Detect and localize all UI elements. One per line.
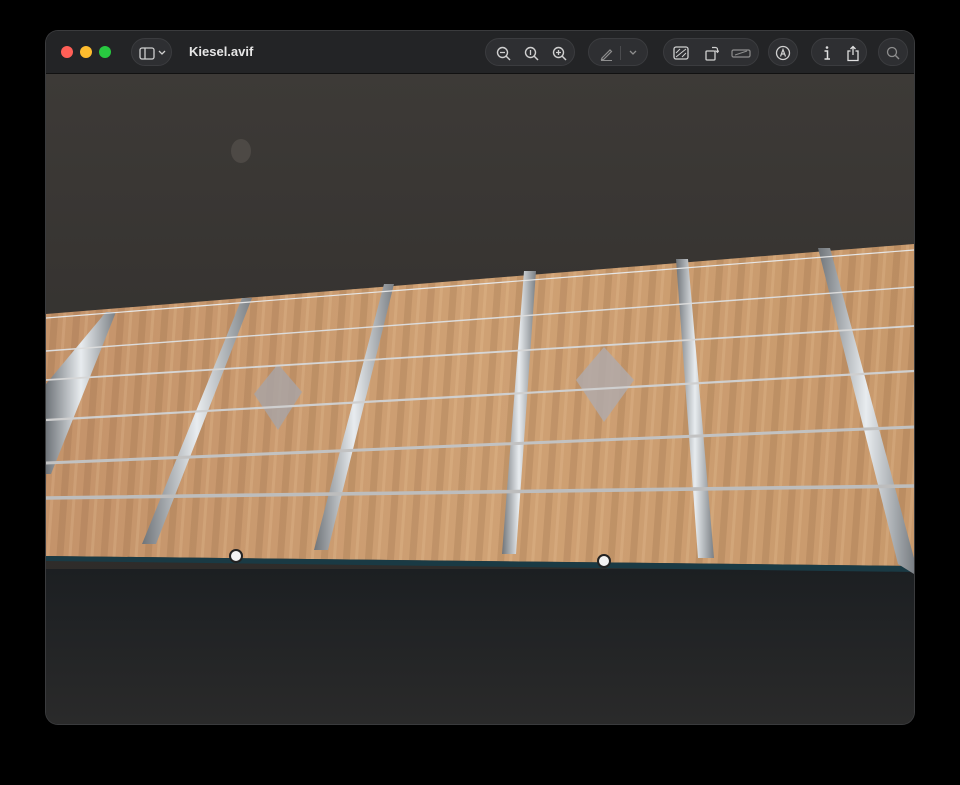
side-dot-1 [229, 549, 243, 563]
markup-pen-icon [595, 39, 617, 67]
divider [620, 46, 621, 60]
share-icon[interactable] [842, 39, 864, 67]
zoom-controls [485, 38, 575, 66]
search-button[interactable] [878, 38, 908, 66]
minimize-button[interactable] [80, 46, 92, 58]
zoom-out-icon[interactable] [492, 39, 514, 67]
markup-pen-control[interactable] [588, 38, 648, 66]
info-share-group [811, 38, 867, 66]
chevron-down-icon [625, 39, 641, 67]
side-dot-2 [597, 554, 611, 568]
background-lower [46, 569, 914, 724]
sidebar-toggle-button[interactable] [131, 38, 172, 66]
info-icon[interactable] [816, 39, 838, 67]
markup-icon [772, 39, 794, 67]
actual-size-icon[interactable] [520, 39, 542, 67]
crop-icon[interactable] [728, 39, 754, 67]
preview-window: Kiesel.avif [46, 31, 914, 724]
close-button[interactable] [61, 46, 73, 58]
image-adjust-icon[interactable] [670, 39, 692, 67]
photo-fretboard [46, 74, 914, 724]
search-icon [882, 39, 904, 67]
markup-button[interactable] [768, 38, 798, 66]
sidebar-toggle-icon [138, 39, 156, 67]
title-bar: Kiesel.avif [46, 31, 914, 74]
background-spot [231, 139, 251, 163]
zoom-in-icon[interactable] [548, 39, 570, 67]
image-tools [663, 38, 759, 66]
zoom-window-button[interactable] [99, 46, 111, 58]
chevron-down-icon [157, 39, 167, 67]
rotate-icon[interactable] [700, 39, 722, 67]
document-title: Kiesel.avif [189, 44, 254, 59]
